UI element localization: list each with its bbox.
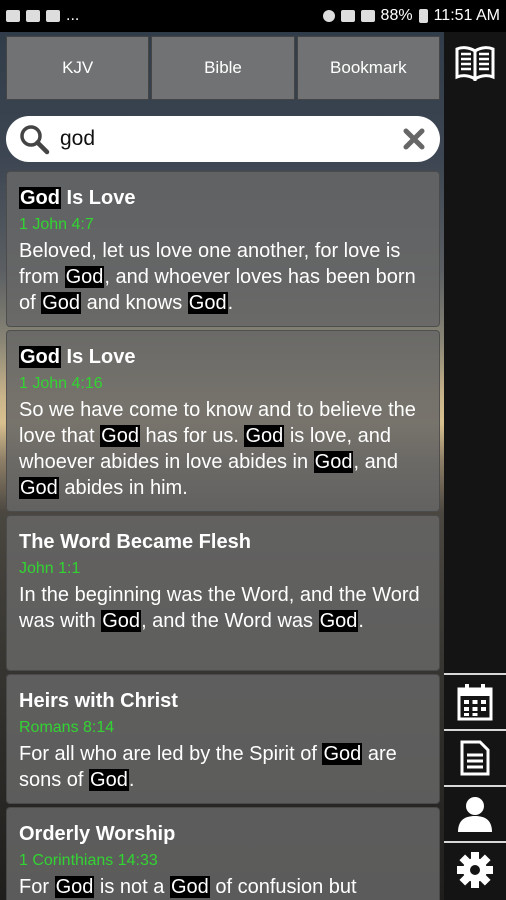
verse-reference: Romans 8:14 (19, 719, 115, 736)
highlight: God (244, 425, 285, 447)
divider (444, 729, 506, 731)
document-icon[interactable] (444, 733, 506, 783)
verse-reference: 1 John 4:7 (19, 216, 94, 233)
verse-text: For all who are led by the Spirit of God… (19, 741, 427, 793)
title-text: Is Love (61, 346, 136, 368)
highlight: God (19, 346, 61, 368)
highlight: God (101, 610, 142, 632)
signal-icon (360, 10, 375, 22)
text-segment: . (128, 769, 135, 791)
text-segment: is not a (94, 876, 170, 898)
text-segment: abides in him. (58, 477, 188, 499)
text-segment: . (358, 610, 364, 632)
text-segment: . (227, 292, 234, 314)
highlight: God (54, 876, 95, 898)
result-title: God Is Love (19, 341, 427, 373)
person-icon[interactable] (444, 789, 506, 839)
telegram-icon (26, 10, 40, 22)
result-card[interactable]: Orderly Worship 1 Corinthians 14:33 For … (6, 807, 440, 900)
tab-kjv[interactable]: KJV (6, 36, 150, 100)
system-icons: 88% 11:51 AM (322, 7, 500, 25)
verse-text: In the beginning was the Word, and the W… (19, 582, 427, 634)
highlight: God (89, 769, 129, 791)
gear-icon[interactable] (444, 845, 506, 895)
youtube-icon (46, 10, 60, 22)
title-text: Is Love (61, 187, 136, 209)
highlight: God (19, 187, 61, 209)
result-title: God Is Love (19, 182, 427, 214)
tab-bar: KJV Bible Bookmark (6, 36, 440, 100)
calendar-icon[interactable] (444, 677, 506, 727)
notification-icons: ... (6, 7, 79, 25)
result-title: The Word Became Flesh (19, 531, 251, 553)
close-icon[interactable] (402, 127, 426, 151)
text-segment: of confusion but (209, 876, 357, 898)
highlight: God (19, 477, 59, 499)
clock: 11:51 AM (433, 7, 500, 24)
verse-text: Beloved, let us love one another, for lo… (19, 238, 427, 316)
search-bar[interactable]: god (6, 116, 440, 162)
highlight: God (318, 610, 359, 632)
highlight: God (313, 451, 354, 473)
verse-reference: 1 Corinthians 14:33 (19, 852, 158, 869)
text-segment: , and the Word was (141, 610, 319, 632)
search-input[interactable]: god (50, 127, 402, 151)
verse-text: So we have come to know and to believe t… (19, 397, 427, 501)
highlight: God (64, 266, 105, 288)
more-notifications: ... (66, 7, 80, 24)
result-card[interactable]: God Is Love 1 John 4:7 Beloved, let us l… (6, 171, 440, 327)
gallery-icon (6, 10, 20, 22)
divider (444, 841, 506, 843)
verse-reference: 1 John 4:16 (19, 375, 103, 392)
result-title: Heirs with Christ (19, 690, 178, 712)
text-segment: For (19, 876, 55, 898)
highlight: God (322, 743, 363, 765)
text-segment: , and (353, 451, 398, 473)
result-card[interactable]: Heirs with Christ Romans 8:14 For all wh… (6, 674, 440, 804)
text-segment: and knows (81, 292, 188, 314)
text-segment: has for us. (139, 425, 245, 447)
text-segment: For all who are led by the Spirit of (19, 743, 323, 765)
tab-bible[interactable]: Bible (151, 36, 295, 100)
highlight: God (169, 876, 210, 898)
wifi-icon (340, 10, 355, 22)
battery-level: 88% (380, 7, 413, 24)
open-book-icon[interactable] (444, 38, 506, 88)
status-bar: ... 88% 11:51 AM (0, 0, 506, 32)
side-toolbar (444, 32, 506, 900)
verse-text: For God is not a God of confusion but (19, 874, 427, 900)
result-title: Orderly Worship (19, 823, 176, 845)
battery-icon (418, 9, 428, 23)
tab-bookmark[interactable]: Bookmark (296, 36, 440, 100)
result-card[interactable]: God Is Love 1 John 4:16 So we have come … (6, 330, 440, 512)
highlight: God (187, 292, 228, 314)
divider (444, 673, 506, 675)
divider (444, 785, 506, 787)
search-icon[interactable] (18, 123, 50, 155)
highlight: God (41, 292, 82, 314)
verse-reference: John 1:1 (19, 560, 81, 577)
alarm-icon (322, 10, 335, 22)
highlight: God (100, 425, 140, 447)
results-list: God Is Love 1 John 4:7 Beloved, let us l… (6, 171, 440, 900)
result-card[interactable]: The Word Became Flesh John 1:1 In the be… (6, 515, 440, 671)
